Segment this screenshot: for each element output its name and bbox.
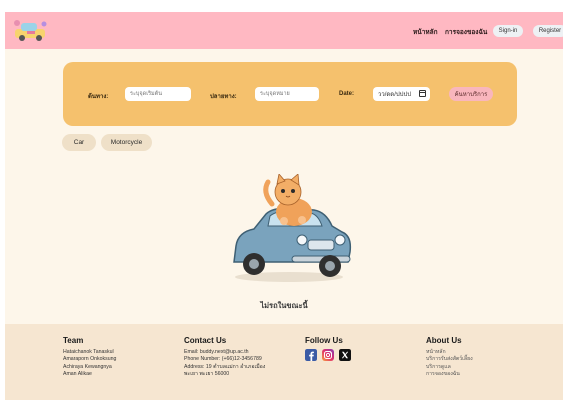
contact-address-line1: Address: 19 ตำบลแม่กา อำเภอเมือง [184, 363, 266, 370]
team-member: Amaraporn Onkoksung [63, 356, 117, 363]
filter-car-chip[interactable]: Car [62, 134, 96, 151]
search-panel: ต้นทาง: ปลายทาง: Date: วว/ดด/ปปปป ค้นหาบ… [63, 62, 517, 126]
contact-phone: Phone Number: (+66)12-3456789 [184, 356, 262, 363]
about-link-pet-transport[interactable]: บริการรับส่งสัตว์เลี้ยง [426, 356, 473, 363]
x-icon[interactable] [339, 349, 351, 361]
app-frame: หน้าหลัก การจองของฉัน Sign-in Register ต… [5, 12, 563, 400]
signin-button[interactable]: Sign-in [493, 25, 523, 37]
origin-input[interactable] [125, 87, 191, 101]
footer-contact-column: Contact Us Email: buddy.next@up.ac.th Ph… [184, 336, 265, 379]
no-cars-message: ไม่รถในขณะนี้ [260, 301, 308, 310]
about-link-my-bookings[interactable]: การจองของฉัน [426, 371, 473, 378]
search-button[interactable]: ค้นหาบริการ [449, 87, 493, 101]
contact-title: Contact Us [184, 336, 227, 345]
top-header: หน้าหลัก การจองของฉัน Sign-in Register [5, 12, 563, 49]
nav-my-bookings-link[interactable]: การจองของฉัน [445, 27, 487, 37]
facebook-icon[interactable] [305, 349, 317, 361]
calendar-icon[interactable] [419, 90, 426, 97]
social-links [305, 349, 351, 361]
logo-icon[interactable] [11, 17, 51, 43]
origin-label: ต้นทาง: [88, 94, 109, 100]
cat-driving-car-illustration [233, 174, 352, 282]
team-member: Hataichanok Tanaskul [63, 349, 114, 355]
team-member: Achiraya Kewangnya [63, 363, 112, 370]
date-input[interactable]: วว/ดด/ปปปป [373, 87, 430, 101]
contact-email: Email: buddy.next@up.ac.th [184, 349, 249, 355]
about-title: About Us [426, 336, 462, 345]
team-title: Team [63, 336, 84, 345]
site-footer: Team Hataichanok Tanaskul Amaraporn Onko… [5, 324, 563, 400]
follow-title: Follow Us [305, 336, 343, 345]
date-value: วว/ดด/ปปปป [378, 92, 412, 98]
contact-address-line2: พะเยา พะเยา 56000 [184, 371, 230, 378]
destination-label: ปลายทาง: [210, 94, 237, 100]
team-member: Aman Alikae [63, 371, 92, 378]
nav-home-link[interactable]: หน้าหลัก [413, 27, 438, 37]
destination-input[interactable] [255, 87, 319, 101]
footer-follow-column: Follow Us [305, 336, 351, 361]
footer-about-column: About Us หน้าหลัก บริการรับส่งสัตว์เลี้ย… [426, 336, 473, 379]
date-label: Date: [339, 91, 355, 97]
instagram-icon[interactable] [322, 349, 334, 361]
footer-team-column: Team Hataichanok Tanaskul Amaraporn Onko… [63, 336, 116, 379]
register-button[interactable]: Register [533, 25, 563, 37]
filter-motorcycle-chip[interactable]: Motorcycle [101, 134, 152, 151]
